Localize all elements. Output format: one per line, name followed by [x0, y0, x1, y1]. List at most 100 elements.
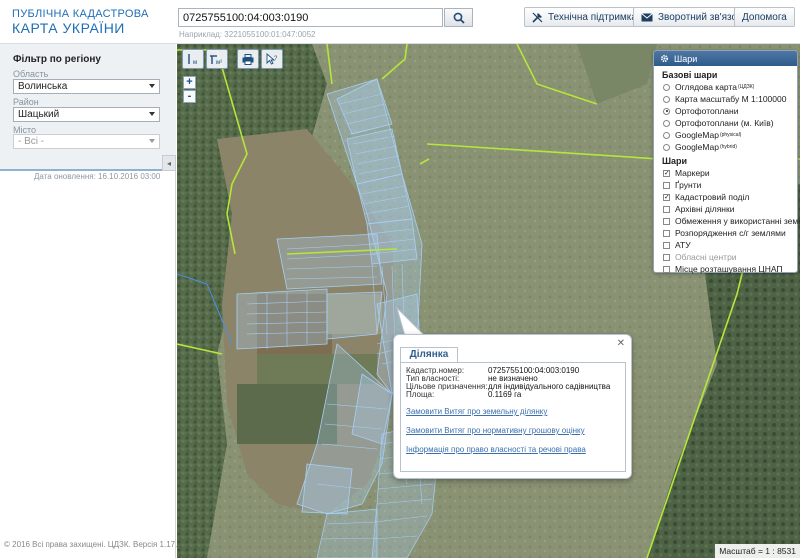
search-hint: Наприклад: 3221055100:01:047:0052 — [179, 30, 316, 39]
region-filter-panel: Фільтр по регіону Область Волинська Райо… — [0, 44, 176, 171]
base-layers-list: Оглядова карта (ЦДЗК) Карта масштабу М 1:1… — [654, 81, 797, 153]
overlay-layer-option[interactable]: ✓ Кадастровий поділ — [663, 191, 797, 203]
parcel-popup: ✕ Ділянка Кадастр.номер: 0725755100:04:0… — [393, 334, 632, 479]
search-input[interactable] — [178, 8, 443, 27]
region-value: Волинська — [18, 81, 68, 92]
copyright: © 2016 Всі права захищені. ЦДЗК. Версія … — [4, 540, 178, 549]
overlay-layer-option[interactable]: Місце розташування ЦНАП — [663, 263, 797, 275]
checkbox[interactable] — [663, 205, 670, 213]
overlay-layer-label: Маркери — [675, 168, 710, 178]
base-layer-sup: (hybrid) — [719, 144, 737, 150]
tools-icon — [532, 12, 543, 23]
help-label: Допомога — [742, 11, 787, 23]
area-ruler-icon: м² — [210, 55, 222, 65]
layers-panel: Шари Базові шари Оглядова карта (ЦДЗК) Кар… — [653, 50, 800, 275]
checkbox[interactable] — [663, 241, 670, 249]
overlay-layer-option[interactable]: ✓ Маркери — [663, 167, 797, 179]
base-layer-label: Ортофотоплани — [675, 106, 739, 116]
info-cursor-button[interactable]: ? — [261, 49, 283, 69]
order-valuation-link[interactable]: Замовити Витяг про нормативну грошову оц… — [406, 426, 620, 435]
help-button[interactable]: Допомога — [734, 7, 795, 27]
base-layer-option[interactable]: Оглядова карта (ЦДЗК) — [663, 81, 797, 93]
checkbox[interactable]: ✓ — [663, 193, 670, 201]
print-button[interactable] — [237, 49, 259, 69]
zoom-control: + - — [183, 76, 196, 103]
search-icon — [453, 12, 465, 24]
overlay-layer-label: Обласні центри — [675, 252, 737, 262]
gear-icon — [660, 54, 669, 63]
overlay-layer-label: Місце розташування ЦНАП — [675, 264, 783, 274]
checkbox[interactable] — [663, 217, 670, 225]
zoom-out-button[interactable]: - — [183, 90, 196, 103]
radio-button[interactable] — [663, 83, 670, 91]
radio-button[interactable] — [663, 131, 670, 139]
radio-button[interactable] — [663, 95, 670, 103]
city-select[interactable]: - Всі - — [13, 134, 160, 149]
support-label: Технічна підтримка — [548, 11, 637, 23]
area-label: Площа: — [406, 390, 435, 399]
base-layer-label: Ортофотоплани (м. Київ) — [675, 118, 774, 128]
overlay-layers-list: ✓ Маркери Ґрунти ✓ Кадастровий поділ Архівні … — [654, 167, 800, 275]
zoom-in-button[interactable]: + — [183, 76, 196, 89]
svg-text:?: ? — [274, 56, 278, 62]
overlay-layer-option[interactable]: Ґрунти — [663, 179, 797, 191]
svg-text:м: м — [193, 60, 197, 65]
area-value: 0.1169 га — [488, 390, 522, 399]
logo-line2: КАРТА УКРАЇНИ — [12, 20, 125, 36]
checkbox[interactable] — [663, 229, 670, 237]
close-icon[interactable]: ✕ — [617, 338, 625, 349]
measure-distance-button[interactable]: м — [182, 49, 204, 69]
sidebar: Фільтр по регіону Область Волинська Райо… — [0, 44, 178, 558]
support-button[interactable]: Технічна підтримка — [524, 7, 645, 27]
overlay-layer-option[interactable]: Обмеження у використанні земель — [663, 215, 800, 227]
district-label: Район — [13, 97, 39, 107]
measure-area-button[interactable]: м² — [206, 49, 228, 69]
map-scale: Масштаб = 1 : 8531 — [715, 544, 800, 558]
ownership-info-link[interactable]: Інформація про право власності та речові… — [406, 445, 620, 454]
layers-title: Шари — [674, 53, 698, 64]
header: ПУБЛІЧНА КАДАСТРОВА КАРТА УКРАЇНИ Наприк… — [0, 0, 800, 44]
base-layer-option[interactable]: Ортофотоплани (м. Київ) — [663, 117, 797, 129]
checkbox[interactable]: ✓ — [663, 169, 670, 177]
tab-parcel[interactable]: Ділянка — [400, 347, 458, 363]
checkbox[interactable] — [663, 253, 670, 261]
feedback-label: Зворотний зв'язок — [658, 11, 742, 23]
chevron-down-icon — [149, 112, 155, 116]
radio-button[interactable] — [663, 143, 670, 151]
overlay-layer-option[interactable]: Розпорядження с/г землями — [663, 227, 797, 239]
region-label: Область — [13, 69, 49, 79]
base-layer-sup: (physical) — [719, 132, 742, 138]
chevron-left-icon: ◂ — [166, 158, 171, 168]
base-layer-option[interactable]: Карта масштабу М 1:100000 — [663, 93, 797, 105]
overlay-layer-label: АТУ — [675, 240, 691, 250]
overlay-layer-option[interactable]: АТУ — [663, 239, 797, 251]
site-logo[interactable]: ПУБЛІЧНА КАДАСТРОВА КАРТА УКРАЇНИ — [12, 8, 149, 36]
feedback-button[interactable]: Зворотний зв'язок — [633, 7, 750, 27]
chevron-down-icon — [149, 139, 155, 143]
overlay-layer-label: Архівні ділянки — [675, 204, 735, 214]
search-bar: Наприклад: 3221055100:01:047:0052 — [178, 8, 473, 39]
base-layer-sup: (ЦДЗК) — [737, 84, 755, 90]
pointer-question-icon: ? — [266, 53, 278, 65]
map-view[interactable]: м м² ? + - Шари Базові шари Оглядова кар… — [177, 44, 800, 558]
layers-panel-header[interactable]: Шари — [654, 51, 797, 66]
base-layers-title: Базові шари — [662, 70, 718, 80]
base-layer-label: Оглядова карта — [675, 82, 737, 92]
base-layer-option[interactable]: Ортофотоплани — [663, 105, 797, 117]
region-select[interactable]: Волинська — [13, 79, 160, 94]
radio-button[interactable] — [663, 119, 670, 127]
overlay-layer-option[interactable]: Обласні центри — [663, 251, 797, 263]
checkbox[interactable] — [663, 181, 670, 189]
overlay-layer-label: Ґрунти — [675, 180, 702, 190]
base-layer-option[interactable]: GoogleMap (hybrid) — [663, 141, 797, 153]
collapse-sidebar-button[interactable]: ◂ — [162, 155, 176, 171]
base-layer-option[interactable]: GoogleMap (physical) — [663, 129, 797, 141]
chevron-down-icon — [149, 84, 155, 88]
search-button[interactable] — [444, 8, 473, 27]
checkbox[interactable] — [663, 265, 670, 273]
filter-title: Фільтр по регіону — [13, 54, 101, 65]
overlay-layer-option[interactable]: Архівні ділянки — [663, 203, 797, 215]
order-extract-link[interactable]: Замовити Витяг про земельну ділянку — [406, 407, 620, 416]
radio-button[interactable] — [663, 107, 670, 115]
district-select[interactable]: Шацький — [13, 107, 160, 122]
